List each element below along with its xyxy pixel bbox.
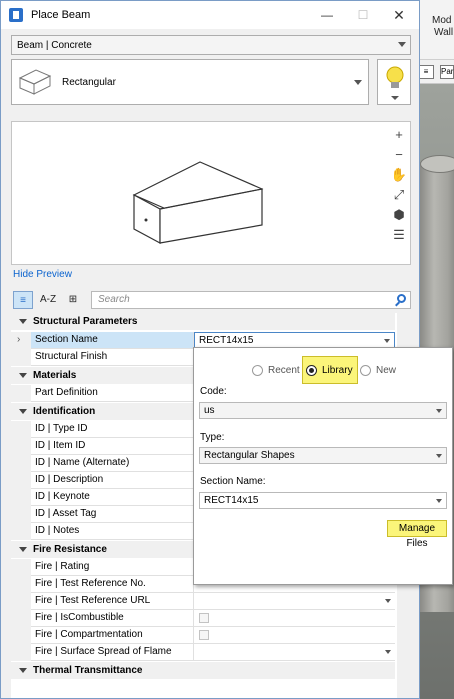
search-input[interactable]: Search xyxy=(91,291,411,309)
property-row[interactable]: Fire | IsCombustible xyxy=(11,610,395,627)
properties-toolbar: ≡ A-Z ⊞ Search xyxy=(11,291,411,311)
checkbox[interactable] xyxy=(199,613,209,623)
minimize-icon[interactable]: — xyxy=(309,1,345,29)
ribbon-wall-label[interactable]: Wall xyxy=(434,27,453,38)
section-name-select[interactable]: RECT14x15 xyxy=(199,492,447,509)
chevron-down-icon xyxy=(19,319,27,324)
property-label: ID | Description xyxy=(31,472,194,489)
property-label: Fire | IsCombustible xyxy=(31,610,194,627)
property-value[interactable] xyxy=(194,610,395,627)
property-label: Fire | Test Reference No. xyxy=(31,576,194,593)
close-icon[interactable]: ✕ xyxy=(381,1,417,29)
preview-toolbar: + − ✋ ⤢ ⬢ ☰ xyxy=(390,126,408,246)
property-label: Fire | Surface Spread of Flame xyxy=(31,644,194,661)
radio-recent[interactable]: Recent xyxy=(252,362,300,378)
property-row[interactable]: Fire | Compartmentation xyxy=(11,627,395,644)
chevron-down-icon xyxy=(19,547,27,552)
radio-new[interactable]: New xyxy=(360,362,396,378)
chevron-down-icon xyxy=(19,373,27,378)
category-structural-parameters[interactable]: Structural Parameters xyxy=(11,313,395,330)
categorized-view-icon[interactable]: ≡ xyxy=(13,291,33,309)
search-placeholder: Search xyxy=(98,294,130,305)
type-label: Type: xyxy=(200,432,225,443)
checkbox[interactable] xyxy=(199,630,209,640)
ribbon-model-label[interactable]: Mod xyxy=(432,15,451,26)
format-icon[interactable]: ≡ xyxy=(418,65,434,79)
type-select[interactable]: Rectangular xyxy=(11,59,369,105)
property-label: ID | Notes xyxy=(31,523,194,540)
property-label: Fire | Rating xyxy=(31,559,194,576)
filter-icon[interactable]: ⊞ xyxy=(63,291,83,309)
chevron-down-icon xyxy=(385,650,391,654)
property-label: Part Definition xyxy=(31,385,194,402)
chevron-down-icon xyxy=(19,409,27,414)
property-label: ID | Name (Alternate) xyxy=(31,455,194,472)
chevron-right-icon: › xyxy=(17,334,21,345)
radio-button[interactable] xyxy=(306,364,317,376)
property-row[interactable]: Fire | Surface Spread of Flame xyxy=(11,644,395,661)
type-shape-select[interactable]: Rectangular Shapes xyxy=(199,447,447,464)
chevron-down-icon xyxy=(384,339,390,343)
code-select[interactable]: us xyxy=(199,402,447,419)
radio-button[interactable] xyxy=(360,364,371,376)
lightbulb-icon xyxy=(386,66,404,100)
background-toolbar-field[interactable]: Par xyxy=(440,65,454,79)
app-icon xyxy=(9,8,23,22)
property-value[interactable] xyxy=(194,627,395,644)
window-title: Place Beam xyxy=(31,9,91,21)
property-label: Section Name xyxy=(31,332,194,349)
pan-hand-icon[interactable]: ✋ xyxy=(390,166,408,184)
lightbulb-button[interactable] xyxy=(377,59,411,105)
chevron-down-icon xyxy=(398,42,406,47)
section-picker-popup: Recent Library New Code: us Type: Rectan… xyxy=(193,347,453,585)
radio-library[interactable]: Library xyxy=(306,362,353,378)
family-select[interactable]: Beam | Concrete xyxy=(11,35,411,55)
chevron-down-icon xyxy=(436,454,442,458)
category-thermal-transmittance[interactable]: Thermal Transmittance xyxy=(11,662,395,679)
property-row[interactable]: Fire | Test Reference URL xyxy=(11,593,395,610)
section-name-label: Section Name: xyxy=(200,476,266,487)
maximize-icon[interactable]: ☐ xyxy=(345,1,381,29)
property-label: ID | Type ID xyxy=(31,421,194,438)
property-label: ID | Keynote xyxy=(31,489,194,506)
zoom-in-icon[interactable]: + xyxy=(390,126,408,144)
family-select-value: Beam | Concrete xyxy=(17,39,92,51)
beam-preview-drawing xyxy=(132,161,264,245)
property-value[interactable] xyxy=(194,593,395,610)
layers-icon[interactable]: ☰ xyxy=(390,226,408,244)
property-label: Fire | Compartmentation xyxy=(31,627,194,644)
property-label: ID | Asset Tag xyxy=(31,506,194,523)
chevron-down-icon xyxy=(19,668,27,673)
chevron-down-icon xyxy=(354,80,362,85)
chevron-down-icon xyxy=(436,409,442,413)
beam-preview-panel[interactable]: + − ✋ ⤢ ⬢ ☰ xyxy=(11,121,411,265)
type-select-value: Rectangular xyxy=(62,77,116,88)
chevron-down-icon xyxy=(385,599,391,603)
property-value[interactable] xyxy=(194,644,395,661)
zoom-out-icon[interactable]: − xyxy=(390,146,408,164)
cylinder-column-top xyxy=(420,155,454,173)
property-label: Fire | Test Reference URL xyxy=(31,593,194,610)
chevron-down-icon xyxy=(436,499,442,503)
search-icon[interactable] xyxy=(397,294,406,303)
property-label: ID | Item ID xyxy=(31,438,194,455)
property-label: Structural Finish xyxy=(31,349,194,366)
code-label: Code: xyxy=(200,386,227,397)
title-bar[interactable]: Place Beam — ☐ ✕ xyxy=(1,1,419,29)
view-cube-icon[interactable]: ⬢ xyxy=(390,206,408,224)
manage-files-button[interactable]: Manage Files xyxy=(387,520,447,549)
fit-view-icon[interactable]: ⤢ xyxy=(390,186,408,204)
sort-az-button[interactable]: A-Z xyxy=(37,291,59,309)
rectangular-beam-thumbnail xyxy=(18,69,52,95)
radio-button[interactable] xyxy=(252,364,263,376)
hide-preview-link[interactable]: Hide Preview xyxy=(13,269,72,280)
